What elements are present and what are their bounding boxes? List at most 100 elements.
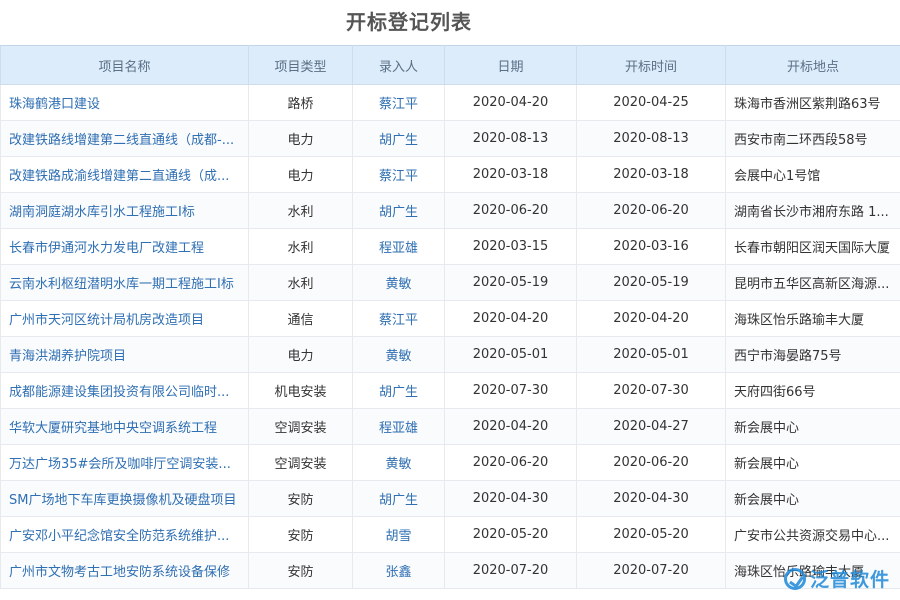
project-name-link[interactable]: 广州市天河区统计局机房改造项目 [1, 301, 249, 337]
date-cell: 2020-06-20 [445, 193, 577, 229]
project-name-link[interactable]: 青海洪湖养护院项目 [1, 337, 249, 373]
brand-logo-icon [784, 568, 806, 590]
entered-by-link[interactable]: 蔡江平 [353, 157, 445, 193]
bid-opening-time-cell: 2020-03-18 [577, 157, 726, 193]
project-name-link[interactable]: 华软大厦研究基地中央空调系统工程 [1, 409, 249, 445]
date-cell: 2020-04-20 [445, 301, 577, 337]
project-name-link[interactable]: 云南水利枢纽潜明水库一期工程施工I标 [1, 265, 249, 301]
entered-by-link[interactable]: 胡广生 [353, 373, 445, 409]
date-cell: 2020-08-13 [445, 121, 577, 157]
column-header-bid-opening-location[interactable]: 开标地点 [726, 46, 900, 85]
entered-by-link[interactable]: 程亚雄 [353, 229, 445, 265]
entered-by-link[interactable]: 程亚雄 [353, 409, 445, 445]
table-body: 珠海鹤港口建设路桥蔡江平2020-04-202020-04-25珠海市香洲区紫荆… [1, 85, 900, 589]
bid-opening-location-cell: 湖南省长沙市湘府东路 1... [726, 193, 900, 229]
bid-opening-time-cell: 2020-08-13 [577, 121, 726, 157]
bid-opening-time-cell: 2020-05-20 [577, 517, 726, 553]
project-type-cell: 路桥 [249, 85, 353, 121]
project-name-link[interactable]: 广州市文物考古工地安防系统设备保修 [1, 553, 249, 589]
date-cell: 2020-06-20 [445, 445, 577, 481]
bid-opening-time-cell: 2020-04-27 [577, 409, 726, 445]
brand-name: 泛普软件 [810, 565, 890, 592]
entered-by-link[interactable]: 张鑫 [353, 553, 445, 589]
project-name-link[interactable]: 长春市伊通河水力发电厂改建工程 [1, 229, 249, 265]
bid-opening-time-cell: 2020-04-20 [577, 301, 726, 337]
bid-opening-time-cell: 2020-07-30 [577, 373, 726, 409]
table-row[interactable]: 广州市文物考古工地安防系统设备保修安防张鑫2020-07-202020-07-2… [1, 553, 900, 589]
column-header-project-type[interactable]: 项目类型 [249, 46, 353, 85]
bid-opening-location-cell: 珠海市香洲区紫荆路63号 [726, 85, 900, 121]
bid-opening-location-cell: 长春市朝阳区润天国际大厦 [726, 229, 900, 265]
project-type-cell: 电力 [249, 337, 353, 373]
entered-by-link[interactable]: 黄敏 [353, 265, 445, 301]
bid-opening-location-cell: 新会展中心 [726, 445, 900, 481]
column-header-date[interactable]: 日期 [445, 46, 577, 85]
entered-by-link[interactable]: 黄敏 [353, 445, 445, 481]
date-cell: 2020-05-01 [445, 337, 577, 373]
table-row[interactable]: 长春市伊通河水力发电厂改建工程水利程亚雄2020-03-152020-03-16… [1, 229, 900, 265]
project-name-link[interactable]: 改建铁路成渝线增建第二直通线（成... [1, 157, 249, 193]
bid-opening-time-cell: 2020-03-16 [577, 229, 726, 265]
table-row[interactable]: 湖南洞庭湖水库引水工程施工I标水利胡广生2020-06-202020-06-20… [1, 193, 900, 229]
table-row[interactable]: 万达广场35#会所及咖啡厅空调安装...空调安装黄敏2020-06-202020… [1, 445, 900, 481]
table-row[interactable]: 青海洪湖养护院项目电力黄敏2020-05-012020-05-01西宁市海晏路7… [1, 337, 900, 373]
project-name-link[interactable]: SM广场地下车库更换摄像机及硬盘项目 [1, 481, 249, 517]
date-cell: 2020-07-20 [445, 553, 577, 589]
project-type-cell: 水利 [249, 265, 353, 301]
project-name-link[interactable]: 改建铁路线增建第二线直通线（成都-... [1, 121, 249, 157]
project-type-cell: 空调安装 [249, 409, 353, 445]
bid-opening-location-cell: 广安市公共资源交易中心... [726, 517, 900, 553]
date-cell: 2020-07-30 [445, 373, 577, 409]
entered-by-link[interactable]: 胡广生 [353, 121, 445, 157]
table-row[interactable]: 广州市天河区统计局机房改造项目通信蔡江平2020-04-202020-04-20… [1, 301, 900, 337]
project-type-cell: 水利 [249, 229, 353, 265]
bid-opening-location-cell: 海珠区怡乐路瑜丰大厦 [726, 301, 900, 337]
entered-by-link[interactable]: 黄敏 [353, 337, 445, 373]
project-type-cell: 通信 [249, 301, 353, 337]
project-type-cell: 安防 [249, 553, 353, 589]
project-name-link[interactable]: 成都能源建设集团投资有限公司临时... [1, 373, 249, 409]
bid-registration-table: 项目名称 项目类型 录入人 日期 开标时间 开标地点 珠海鹤港口建设路桥蔡江平2… [0, 45, 900, 589]
column-header-entered-by[interactable]: 录入人 [353, 46, 445, 85]
project-type-cell: 机电安装 [249, 373, 353, 409]
date-cell: 2020-05-20 [445, 517, 577, 553]
date-cell: 2020-04-20 [445, 409, 577, 445]
bid-opening-time-cell: 2020-05-01 [577, 337, 726, 373]
project-name-link[interactable]: 万达广场35#会所及咖啡厅空调安装... [1, 445, 249, 481]
column-header-bid-opening-time[interactable]: 开标时间 [577, 46, 726, 85]
brand-watermark: 泛普软件 [784, 565, 890, 592]
table-row[interactable]: 广安邓小平纪念馆安全防范系统维护...安防胡雪2020-05-202020-05… [1, 517, 900, 553]
entered-by-link[interactable]: 蔡江平 [353, 85, 445, 121]
project-name-link[interactable]: 湖南洞庭湖水库引水工程施工I标 [1, 193, 249, 229]
bid-opening-time-cell: 2020-07-20 [577, 553, 726, 589]
bid-opening-location-cell: 昆明市五华区高新区海源... [726, 265, 900, 301]
entered-by-link[interactable]: 蔡江平 [353, 301, 445, 337]
bid-opening-time-cell: 2020-06-20 [577, 193, 726, 229]
entered-by-link[interactable]: 胡广生 [353, 481, 445, 517]
bid-opening-location-cell: 新会展中心 [726, 481, 900, 517]
entered-by-link[interactable]: 胡广生 [353, 193, 445, 229]
entered-by-link[interactable]: 胡雪 [353, 517, 445, 553]
project-type-cell: 安防 [249, 517, 353, 553]
project-type-cell: 电力 [249, 157, 353, 193]
project-name-link[interactable]: 珠海鹤港口建设 [1, 85, 249, 121]
table-row[interactable]: 华软大厦研究基地中央空调系统工程空调安装程亚雄2020-04-202020-04… [1, 409, 900, 445]
table-header: 项目名称 项目类型 录入人 日期 开标时间 开标地点 [1, 46, 900, 85]
table-row[interactable]: 改建铁路成渝线增建第二直通线（成...电力蔡江平2020-03-182020-0… [1, 157, 900, 193]
table-row[interactable]: 成都能源建设集团投资有限公司临时...机电安装胡广生2020-07-302020… [1, 373, 900, 409]
bid-opening-location-cell: 会展中心1号馆 [726, 157, 900, 193]
column-header-project-name[interactable]: 项目名称 [1, 46, 249, 85]
bid-opening-time-cell: 2020-06-20 [577, 445, 726, 481]
project-name-link[interactable]: 广安邓小平纪念馆安全防范系统维护... [1, 517, 249, 553]
table-row[interactable]: 云南水利枢纽潜明水库一期工程施工I标水利黄敏2020-05-192020-05-… [1, 265, 900, 301]
page-title: 开标登记列表 [0, 0, 900, 44]
table-row[interactable]: SM广场地下车库更换摄像机及硬盘项目安防胡广生2020-04-302020-04… [1, 481, 900, 517]
table-row[interactable]: 改建铁路线增建第二线直通线（成都-...电力胡广生2020-08-132020-… [1, 121, 900, 157]
bid-opening-location-cell: 西宁市海晏路75号 [726, 337, 900, 373]
table-row[interactable]: 珠海鹤港口建设路桥蔡江平2020-04-202020-04-25珠海市香洲区紫荆… [1, 85, 900, 121]
project-type-cell: 水利 [249, 193, 353, 229]
bid-opening-location-cell: 新会展中心 [726, 409, 900, 445]
date-cell: 2020-04-30 [445, 481, 577, 517]
project-type-cell: 电力 [249, 121, 353, 157]
date-cell: 2020-05-19 [445, 265, 577, 301]
